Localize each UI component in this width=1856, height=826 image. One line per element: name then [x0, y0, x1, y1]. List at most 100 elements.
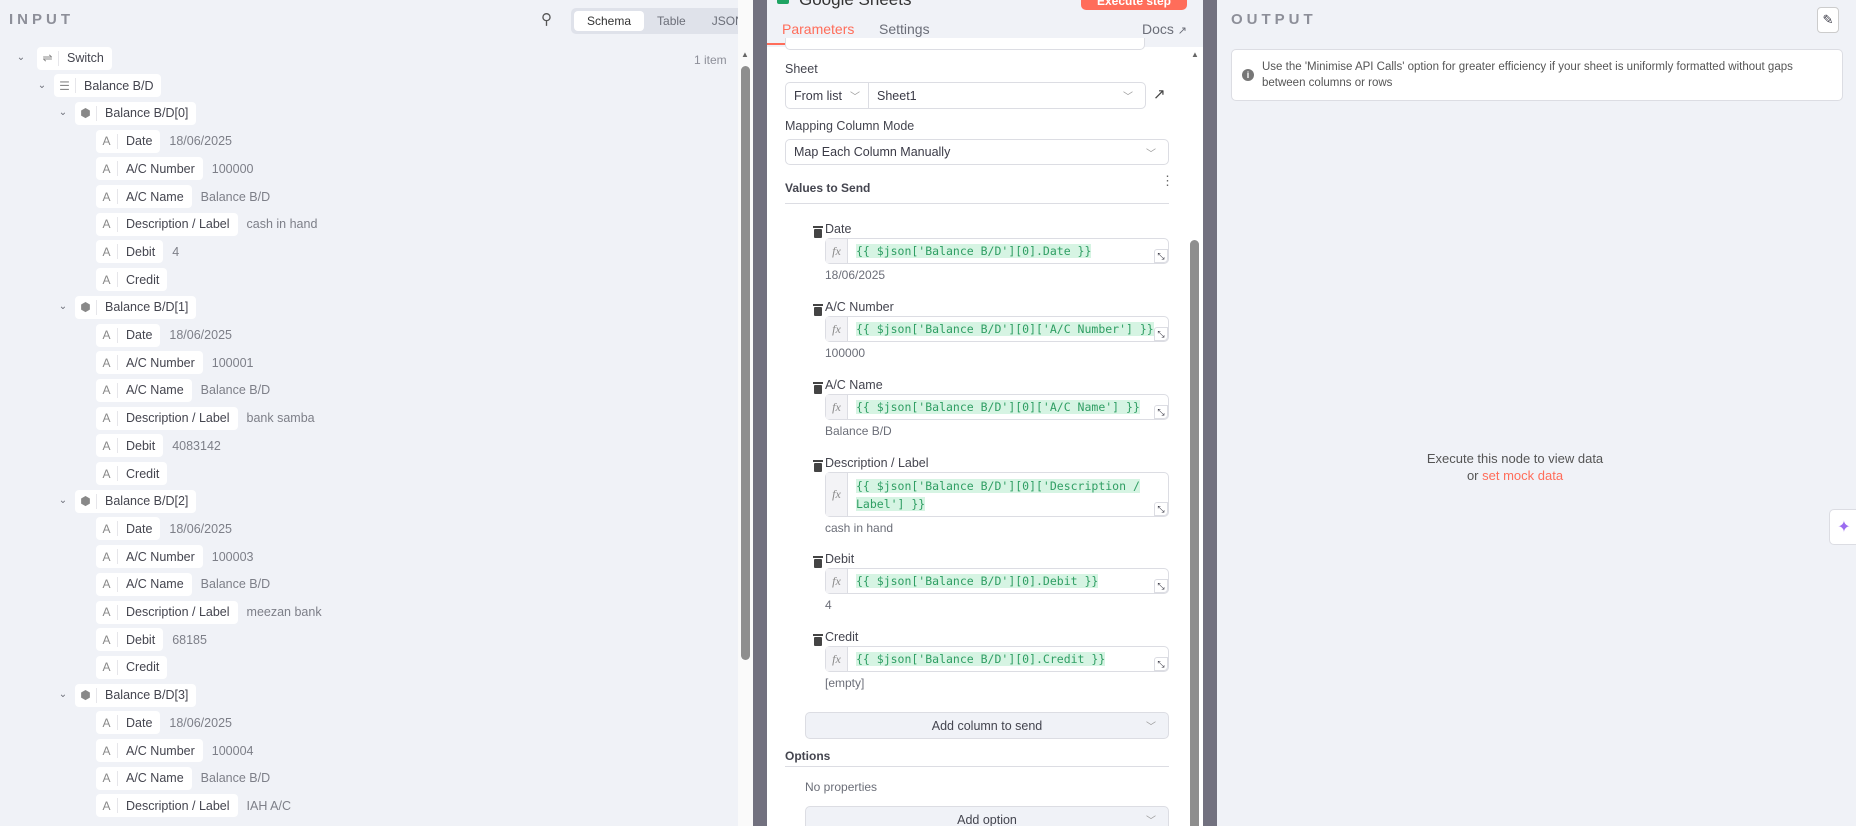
tree-field-pill[interactable]: A Date [96, 129, 161, 153]
tree-field-pill[interactable]: A Description / Label [96, 212, 238, 236]
trash-icon[interactable] [813, 304, 823, 316]
scroll-up-arrow[interactable]: ▲ [1191, 50, 1199, 59]
tree-field-pill[interactable]: A Debit [96, 434, 164, 458]
tree-field-pill[interactable]: A Date [96, 711, 161, 735]
expression-input[interactable]: fx {{ $json['Balance B/D'][0].Date }} ⤡ [825, 238, 1169, 264]
expand-icon[interactable]: ⤡ [1154, 405, 1168, 419]
tree-field-pill[interactable]: A Debit [96, 628, 164, 652]
execute-step-button[interactable]: Execute step [1081, 0, 1187, 10]
expand-icon[interactable]: ⤡ [1154, 249, 1168, 263]
tree-node-switch-pill[interactable]: ⇌ Switch [37, 46, 112, 70]
tree-field-pill[interactable]: A Description / Label [96, 406, 238, 430]
tree-field[interactable]: A Debit 68185 [96, 628, 207, 652]
ai-assistant-button[interactable]: ✦ [1829, 509, 1856, 545]
tree-field-pill[interactable]: A Description / Label [96, 600, 238, 624]
tree-field[interactable]: A A/C Name Balance B/D [96, 378, 270, 402]
tree-field[interactable]: A A/C Number 100001 [96, 351, 254, 375]
open-sheet-icon[interactable]: ↗ [1153, 85, 1166, 103]
trash-icon[interactable] [813, 382, 823, 394]
tree-field-pill[interactable]: A Date [96, 517, 161, 541]
docs-link[interactable]: Docs ↗ [1142, 21, 1187, 37]
tree-field[interactable]: A Debit 4083142 [96, 434, 221, 458]
tree-field[interactable]: A A/C Name Balance B/D [96, 185, 270, 209]
chevron-down-icon[interactable]: ⌄ [57, 689, 69, 700]
tree-field-pill[interactable]: A A/C Number [96, 351, 203, 375]
tree-field[interactable]: A Credit [96, 655, 168, 679]
tree-field[interactable]: A Date 18/06/2025 [96, 517, 232, 541]
tree-field[interactable]: A Date 18/06/2025 [96, 711, 232, 735]
chevron-down-icon[interactable]: ⌄ [36, 80, 48, 91]
scroll-thumb[interactable] [741, 66, 750, 660]
tree-field-pill[interactable]: A A/C Number [96, 739, 203, 762]
sheet-select[interactable]: From list ﹀ Sheet1 ﹀ [785, 82, 1146, 109]
tree-field[interactable]: A A/C Number 100004 [96, 739, 254, 763]
input-scrollbar[interactable]: ▲ [738, 0, 753, 826]
tree-field[interactable]: A Description / Label IAH A/C [96, 794, 291, 818]
tree-field[interactable]: A Date 18/06/2025 [96, 129, 232, 153]
previous-field[interactable] [785, 38, 1145, 50]
expression-input[interactable]: fx {{ $json['Balance B/D'][0].Debit }} ⤡ [825, 568, 1169, 594]
tree-field-pill[interactable]: A Credit [96, 655, 168, 679]
expression-input[interactable]: fx {{ $json['Balance B/D'][0].Credit }} … [825, 646, 1169, 672]
expand-icon[interactable]: ⤡ [1154, 327, 1168, 341]
tree-node-object[interactable]: ⬢ Balance B/D[0] [75, 101, 197, 125]
tree-field-pill[interactable]: A A/C Number [96, 545, 203, 569]
edit-output-button[interactable]: ✎ [1817, 7, 1839, 33]
expression-input[interactable]: fx {{ $json['Balance B/D'][0]['Descripti… [825, 472, 1169, 517]
tree-field-pill[interactable]: A Debit [96, 240, 164, 264]
tree-field[interactable]: A Credit [96, 462, 168, 486]
expand-icon[interactable]: ⤡ [1154, 657, 1168, 671]
tree-field[interactable]: A A/C Number 100003 [96, 545, 254, 569]
expand-icon[interactable]: ⤡ [1154, 502, 1168, 516]
trash-icon[interactable] [813, 460, 823, 472]
trash-icon[interactable] [813, 556, 823, 568]
tab-settings[interactable]: Settings [879, 21, 930, 37]
sheet-mode-select[interactable]: From list ﹀ [786, 83, 869, 108]
chevron-down-icon[interactable]: ⌄ [57, 495, 69, 506]
trash-icon[interactable] [813, 226, 823, 238]
add-column-button[interactable]: Add column to send ﹀ [805, 712, 1169, 739]
trash-icon[interactable] [813, 634, 823, 646]
tree-field[interactable]: A Debit 4 [96, 240, 179, 264]
tree-field[interactable]: A Date 18/06/2025 [96, 323, 232, 347]
tree-field[interactable]: A A/C Name Balance B/D [96, 572, 270, 596]
tree-field-pill[interactable]: A A/C Name [96, 766, 192, 790]
tree-field[interactable]: A Description / Label meezan bank [96, 600, 322, 624]
chevron-down-icon[interactable]: ⌄ [57, 107, 69, 118]
chevron-down-icon[interactable]: ⌄ [57, 301, 69, 312]
tree-field-pill[interactable]: A A/C Name [96, 185, 192, 208]
view-schema[interactable]: Schema [574, 11, 645, 31]
tree-field-pill[interactable]: A A/C Name [96, 378, 192, 402]
tree-field[interactable]: A A/C Name Balance B/D [96, 766, 270, 790]
expand-icon[interactable]: ⤡ [1154, 579, 1168, 593]
mapping-select[interactable]: Map Each Column Manually ﹀ [785, 139, 1169, 165]
tree-field-pill[interactable]: A Description / Label [96, 794, 238, 818]
tab-parameters[interactable]: Parameters [782, 21, 854, 37]
set-mock-data-link[interactable]: set mock data [1482, 468, 1563, 483]
expression-input[interactable]: fx {{ $json['Balance B/D'][0]['A/C Name'… [825, 394, 1169, 420]
tree-node-object-pill[interactable]: ⬢ Balance B/D[0] [75, 101, 197, 125]
tree-field[interactable]: A Credit [96, 268, 168, 292]
search-icon[interactable]: ⚲ [541, 10, 552, 28]
tree-node-array[interactable]: ☰ Balance B/D [54, 74, 162, 98]
tree-node-object-pill[interactable]: ⬢ Balance B/D[3] [75, 683, 197, 707]
tree-node-switch[interactable]: ⇌ Switch [37, 46, 112, 70]
node-scroll-thumb[interactable] [1190, 240, 1199, 826]
tree-node-object-pill[interactable]: ⬢ Balance B/D[1] [75, 295, 197, 319]
more-options-icon[interactable]: ⋮ [1161, 174, 1174, 187]
tree-node-object[interactable]: ⬢ Balance B/D[3] [75, 683, 197, 707]
tree-field[interactable]: A Description / Label bank samba [96, 406, 315, 430]
add-option-button[interactable]: Add option ﹀ [805, 806, 1169, 826]
chevron-down-icon[interactable]: ⌄ [15, 52, 27, 63]
view-table[interactable]: Table [644, 11, 699, 31]
tree-node-object[interactable]: ⬢ Balance B/D[2] [75, 489, 197, 513]
tree-field[interactable]: A A/C Number 100000 [96, 157, 254, 181]
tree-field-pill[interactable]: A A/C Number [96, 157, 203, 181]
tree-field[interactable]: A Description / Label cash in hand [96, 212, 317, 236]
tree-node-array-pill[interactable]: ☰ Balance B/D [54, 74, 162, 98]
tree-field-pill[interactable]: A Credit [96, 268, 168, 292]
tree-node-object[interactable]: ⬢ Balance B/D[1] [75, 295, 197, 319]
tree-field-pill[interactable]: A A/C Name [96, 572, 192, 596]
tree-field-pill[interactable]: A Credit [96, 462, 168, 485]
tree-node-object-pill[interactable]: ⬢ Balance B/D[2] [75, 489, 197, 513]
